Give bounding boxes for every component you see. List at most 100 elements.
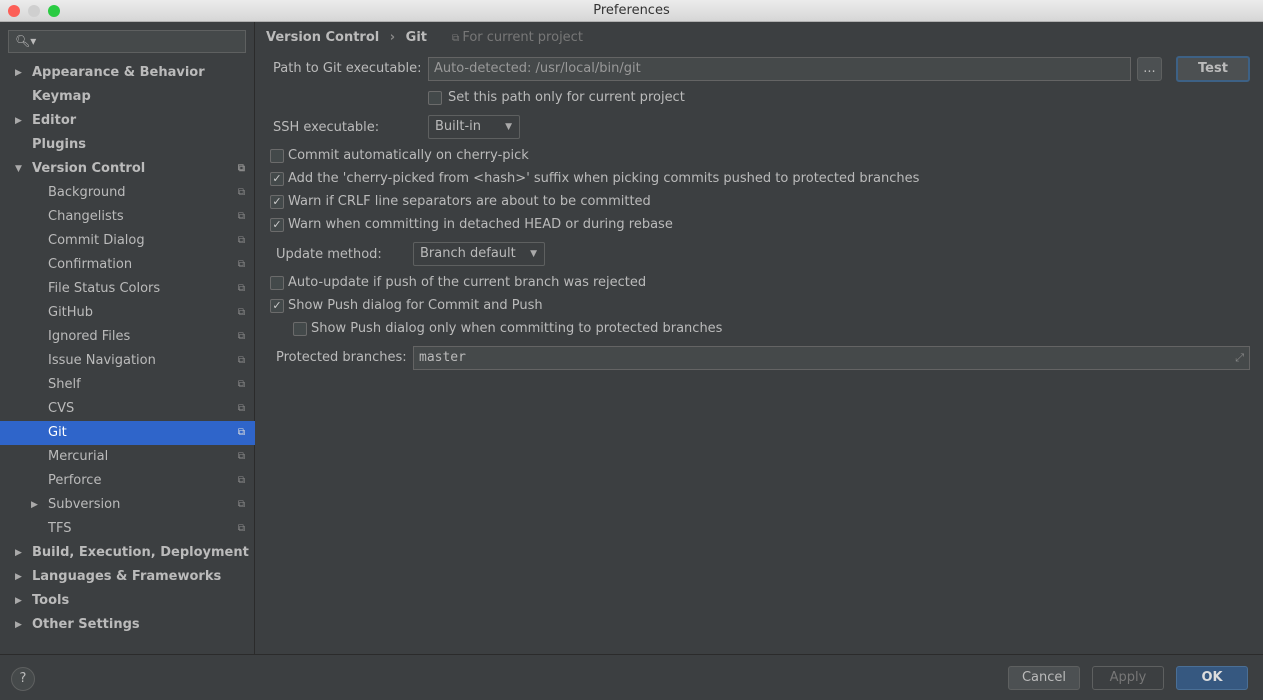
project-scope-icon: ⧉ [237, 355, 245, 366]
sidebar-item-mercurial[interactable]: Mercurial ⧉ [0, 445, 255, 469]
git-path-input[interactable]: Auto-detected: /usr/local/bin/git [428, 57, 1131, 81]
collapsed-arrow-icon[interactable]: ▶ [15, 565, 22, 589]
sidebar-item-confirmation[interactable]: Confirmation ⧉ [0, 253, 255, 277]
collapsed-arrow-icon[interactable]: ▶ [15, 589, 22, 613]
project-scope-icon: ⧉ [237, 187, 245, 198]
collapsed-arrow-icon[interactable]: ▶ [15, 613, 22, 637]
chevron-down-icon: ▼ [530, 249, 537, 259]
project-scope-icon: ⧉ [237, 331, 245, 342]
sidebar-item-label: Mercurial [48, 449, 109, 464]
option-label: Warn if CRLF line separators are about t… [288, 194, 651, 209]
help-button[interactable]: ? [11, 667, 35, 691]
sidebar-item-changelists[interactable]: Changelists ⧉ [0, 205, 255, 229]
breadcrumb-parent[interactable]: Version Control [266, 30, 379, 45]
sidebar-item-label: Build, Execution, Deployment [32, 545, 249, 560]
dialog-footer: ? Cancel Apply OK [0, 654, 1263, 700]
sidebar-item-languages-frameworks[interactable]: ▶ Languages & Frameworks [0, 565, 255, 589]
sidebar-item-label: Confirmation [48, 257, 133, 272]
sidebar-item-label: Ignored Files [48, 329, 131, 344]
project-scope-icon: ⧉ [237, 307, 245, 318]
sidebar-item-issue-navigation[interactable]: Issue Navigation ⧉ [0, 349, 255, 373]
sidebar-item-label: Other Settings [32, 617, 140, 632]
title-bar: Preferences [0, 0, 1263, 22]
project-scope-icon: ⧉ [237, 259, 245, 270]
option-checkbox[interactable]: ✓ [270, 299, 284, 313]
project-scope-icon: ⧉ [237, 163, 245, 174]
sidebar-item-label: Editor [32, 113, 77, 128]
sidebar-item-commit-dialog[interactable]: Commit Dialog ⧉ [0, 229, 255, 253]
project-scope-icon: ⧉ [237, 403, 245, 414]
protected-branches-value: master [419, 350, 466, 365]
option-label: Warn when committing in detached HEAD or… [288, 217, 673, 232]
minimize-window-button[interactable] [28, 5, 40, 17]
option-checkbox[interactable]: ✓ [270, 195, 284, 209]
sidebar-item-shelf[interactable]: Shelf ⧉ [0, 373, 255, 397]
project-scope-icon: ⧉ [237, 523, 245, 534]
ssh-executable-dropdown[interactable]: Built-in ▼ [428, 115, 520, 139]
project-scope-icon: ⧉ [237, 211, 245, 222]
close-window-button[interactable] [8, 5, 20, 17]
collapsed-arrow-icon[interactable]: ▶ [15, 61, 22, 85]
test-button[interactable]: Test [1176, 56, 1250, 82]
sidebar-item-plugins[interactable]: Plugins [0, 133, 255, 157]
sidebar-item-label: Perforce [48, 473, 102, 488]
path-only-project-checkbox[interactable] [428, 91, 442, 105]
search-icon: 🔍︎▾ [15, 34, 37, 48]
option-checkbox[interactable] [293, 322, 307, 336]
update-method-label: Update method: [276, 247, 382, 262]
sidebar-item-other-settings[interactable]: ▶ Other Settings [0, 613, 255, 637]
collapsed-arrow-icon[interactable]: ▶ [15, 541, 22, 565]
sidebar-item-background[interactable]: Background ⧉ [0, 181, 255, 205]
option-checkbox[interactable] [270, 149, 284, 163]
settings-tree: ▶ Appearance & Behavior Keymap ▶ Editor Plugi… [0, 61, 255, 637]
ok-button[interactable]: OK [1176, 666, 1248, 690]
expand-icon[interactable]: ⤢ [1235, 347, 1244, 369]
ssh-label: SSH executable: [273, 120, 380, 135]
browse-button[interactable]: ... [1137, 57, 1162, 81]
settings-search-input[interactable]: 🔍︎▾ [8, 30, 246, 53]
sidebar-item-label: Keymap [32, 89, 91, 104]
apply-button[interactable]: Apply [1092, 666, 1164, 690]
project-scope-icon: ⧉ [237, 499, 245, 510]
project-scope-icon: ⧉ [237, 283, 245, 294]
sidebar-item-label: Git [48, 425, 67, 440]
expanded-arrow-icon[interactable]: ▼ [15, 157, 22, 181]
option-checkbox[interactable]: ✓ [270, 172, 284, 186]
sidebar-item-git[interactable]: Git ⧉ [0, 421, 255, 445]
sidebar-item-tools[interactable]: ▶ Tools [0, 589, 255, 613]
project-scope-icon: ⧉ [452, 33, 463, 44]
option-checkbox[interactable] [270, 276, 284, 290]
sidebar-item-github[interactable]: GitHub ⧉ [0, 301, 255, 325]
sidebar-item-perforce[interactable]: Perforce ⧉ [0, 469, 255, 493]
cancel-button[interactable]: Cancel [1008, 666, 1080, 690]
sidebar-item-appearance-behavior[interactable]: ▶ Appearance & Behavior [0, 61, 255, 85]
protected-branches-input[interactable]: master ⤢ [413, 346, 1250, 370]
collapsed-arrow-icon[interactable]: ▶ [31, 493, 38, 517]
sidebar-item-build-execution-deployment[interactable]: ▶ Build, Execution, Deployment [0, 541, 255, 565]
zoom-window-button[interactable] [48, 5, 60, 17]
sidebar-item-version-control[interactable]: ▼ Version Control ⧉ [0, 157, 255, 181]
scope-note: ⧉ For current project [452, 30, 583, 45]
sidebar-item-editor[interactable]: ▶ Editor [0, 109, 255, 133]
option-checkbox[interactable]: ✓ [270, 218, 284, 232]
sidebar-item-label: Changelists [48, 209, 124, 224]
sidebar-item-cvs[interactable]: CVS ⧉ [0, 397, 255, 421]
project-scope-icon: ⧉ [237, 379, 245, 390]
option-label: Show Push dialog only when committing to… [311, 321, 723, 336]
sidebar-item-label: Appearance & Behavior [32, 65, 205, 80]
sidebar-item-label: Subversion [48, 497, 121, 512]
sidebar-item-keymap[interactable]: Keymap [0, 85, 255, 109]
project-scope-icon: ⧉ [237, 235, 245, 246]
sidebar-item-subversion[interactable]: ▶ Subversion ⧉ [0, 493, 255, 517]
update-method-dropdown[interactable]: Branch default ▼ [413, 242, 545, 266]
sidebar-item-label: Plugins [32, 137, 86, 152]
option-label: Auto-update if push of the current branc… [288, 275, 647, 290]
sidebar-item-tfs[interactable]: TFS ⧉ [0, 517, 255, 541]
sidebar-item-label: Issue Navigation [48, 353, 156, 368]
breadcrumb-current: Git [405, 30, 427, 45]
collapsed-arrow-icon[interactable]: ▶ [15, 109, 22, 133]
sidebar-item-label: File Status Colors [48, 281, 161, 296]
sidebar-item-file-status-colors[interactable]: File Status Colors ⧉ [0, 277, 255, 301]
sidebar-item-ignored-files[interactable]: Ignored Files ⧉ [0, 325, 255, 349]
sidebar-item-label: Languages & Frameworks [32, 569, 222, 584]
